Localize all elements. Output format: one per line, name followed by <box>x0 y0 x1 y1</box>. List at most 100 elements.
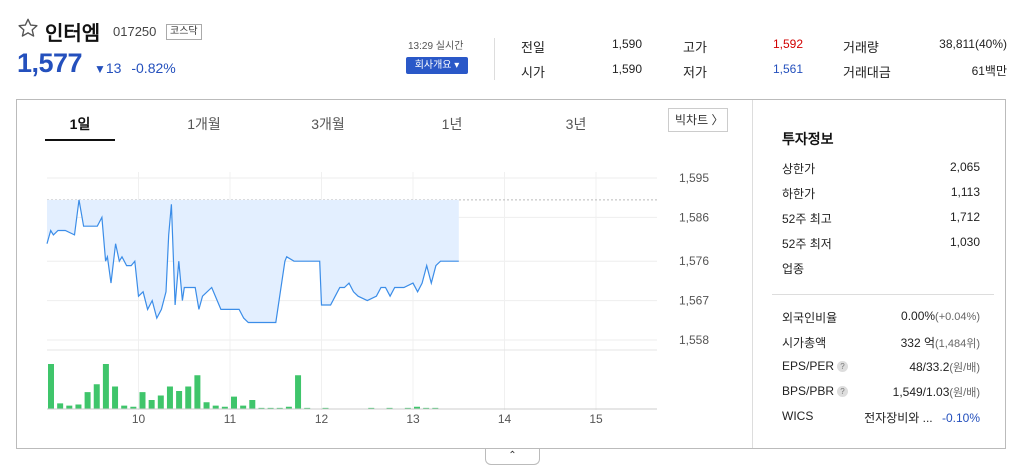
foreign-ratio-value: 0.00%(+0.04%) <box>901 309 980 323</box>
volume-bar <box>48 364 54 409</box>
eps-per-sub: (원/배) <box>949 362 980 374</box>
header-divider <box>494 38 495 80</box>
upper-limit-label: 상한가 <box>782 162 816 176</box>
volume-bar <box>194 375 201 409</box>
invest-info-title: 투자정보 <box>782 131 834 147</box>
volume-bar <box>112 386 119 409</box>
market-badge: 코스닥 <box>166 24 202 40</box>
y-tick-label: 1,576 <box>679 254 709 268</box>
eps-per-text: EPS/PER <box>782 359 835 373</box>
help-icon[interactable]: ? <box>837 386 849 397</box>
prev-close-value: 1,590 <box>611 37 642 51</box>
bps-pbr-label: BPS/PBR? <box>782 384 849 398</box>
upper-limit-value: 2,065 <box>949 160 980 174</box>
volume-bar <box>249 400 256 409</box>
volume-bar <box>75 404 82 409</box>
foreign-ratio-main: 0.00% <box>901 309 936 323</box>
star-icon[interactable] <box>17 17 39 39</box>
high-label: 고가 <box>683 40 707 55</box>
tab-3month[interactable]: 3개월 <box>293 114 363 134</box>
volume-bar <box>102 364 109 409</box>
52w-high-value: 1,712 <box>949 210 980 224</box>
price-change: ▼13 -0.82% <box>94 60 176 76</box>
x-tick-label: 10 <box>132 412 146 426</box>
current-price: 1,577 <box>17 48 83 78</box>
volume-bar <box>203 402 210 409</box>
period-tabs: 1일 1개월 3개월 1년 3년 <box>17 100 752 142</box>
trade-value-value: 61백만 <box>971 64 1007 78</box>
x-tick-label: 14 <box>498 412 512 426</box>
y-tick-label: 1,558 <box>679 333 709 347</box>
y-tick-label: 1,567 <box>679 294 709 308</box>
tab-1year[interactable]: 1년 <box>417 114 487 134</box>
bps-pbr-main: 1,549/1.03 <box>892 385 950 399</box>
volume-bar <box>157 395 164 409</box>
foreign-ratio-label: 외국인비율 <box>782 311 838 325</box>
volume-bar <box>121 405 128 409</box>
volume-value: 38,811(40%) <box>939 37 1007 51</box>
volume-bar <box>295 375 302 409</box>
foreign-ratio-sub: (+0.04%) <box>935 311 980 323</box>
52w-low-label: 52주 최저 <box>782 237 832 251</box>
price-area <box>47 199 459 323</box>
52w-low-value: 1,030 <box>949 235 980 249</box>
volume-bar <box>231 396 237 409</box>
wics-change: -0.10% <box>941 411 980 425</box>
change-percent: -0.82% <box>131 60 176 76</box>
volume-bar <box>148 400 155 409</box>
active-tab-indicator <box>45 139 115 141</box>
help-icon[interactable]: ? <box>837 361 849 372</box>
volume-bar <box>176 391 183 409</box>
market-cap-value: 332 억(1,484위) <box>901 334 980 351</box>
x-tick-label: 11 <box>224 412 237 426</box>
volume-bar <box>93 384 100 409</box>
wics-label: WICS <box>782 409 814 423</box>
volume-label: 거래량 <box>843 40 879 55</box>
market-cap-main: 332 억 <box>900 336 936 350</box>
y-tick-label: 1,595 <box>679 171 709 185</box>
chevron-up-icon: ⌃ <box>508 450 517 461</box>
company-overview-button[interactable]: 회사개요 ▾ <box>406 57 468 74</box>
tab-3year[interactable]: 3년 <box>541 114 611 134</box>
bps-pbr-text: BPS/PBR <box>782 384 835 398</box>
low-label: 저가 <box>683 65 707 80</box>
info-separator <box>772 294 994 295</box>
panel-divider <box>752 100 753 448</box>
x-tick-label: 13 <box>406 412 420 426</box>
big-chart-button[interactable]: 빅차트 〉 <box>668 108 728 132</box>
price-chart: 1,595 1,586 1,576 1,567 1,558 10 11 12 13 14 15 <box>46 171 709 426</box>
y-tick-label: 1,586 <box>679 210 709 224</box>
lower-limit-value: 1,113 <box>950 185 980 199</box>
trade-value-label: 거래대금 <box>843 65 891 80</box>
tab-1day[interactable]: 1일 <box>45 114 115 134</box>
open-value: 1,590 <box>611 62 642 76</box>
down-arrow-icon: ▼ <box>94 62 106 76</box>
high-value: 1,592 <box>772 37 803 51</box>
stock-name: 인터엠 <box>45 23 101 45</box>
volume-bar <box>166 386 173 409</box>
realtime-time: 13:29 실시간 <box>408 41 464 52</box>
low-value: 1,561 <box>772 62 803 76</box>
volume-bar <box>240 405 247 409</box>
volume-bar <box>212 405 219 409</box>
volume-bar <box>66 405 73 409</box>
eps-per-value: 48/33.2(원/배) <box>909 359 980 375</box>
open-label: 시가 <box>521 65 545 80</box>
lower-limit-label: 하한가 <box>782 187 816 201</box>
52w-high-label: 52주 최고 <box>782 212 832 226</box>
volume-bar <box>139 392 146 409</box>
volume-bar <box>84 392 91 409</box>
wics-sector[interactable]: 전자장비와 ... <box>864 411 933 425</box>
market-cap-sub: (1,484위) <box>935 338 980 350</box>
prev-close-label: 전일 <box>521 40 545 55</box>
wics-value[interactable]: 전자장비와 ... -0.10% <box>864 409 980 426</box>
volume-bar <box>185 386 192 409</box>
tab-1month[interactable]: 1개월 <box>169 114 239 134</box>
collapse-button[interactable]: ⌃ <box>485 449 540 465</box>
market-cap-label: 시가총액 <box>782 336 827 350</box>
x-tick-label: 12 <box>315 412 329 426</box>
bps-pbr-sub: (원/배) <box>949 387 980 399</box>
volume-bar <box>57 403 64 409</box>
bps-pbr-value: 1,549/1.03(원/배) <box>893 384 980 400</box>
stock-header: 인터엠 017250 코스닥 1,577 ▼13 -0.82% 13:29 실시… <box>0 0 1018 95</box>
